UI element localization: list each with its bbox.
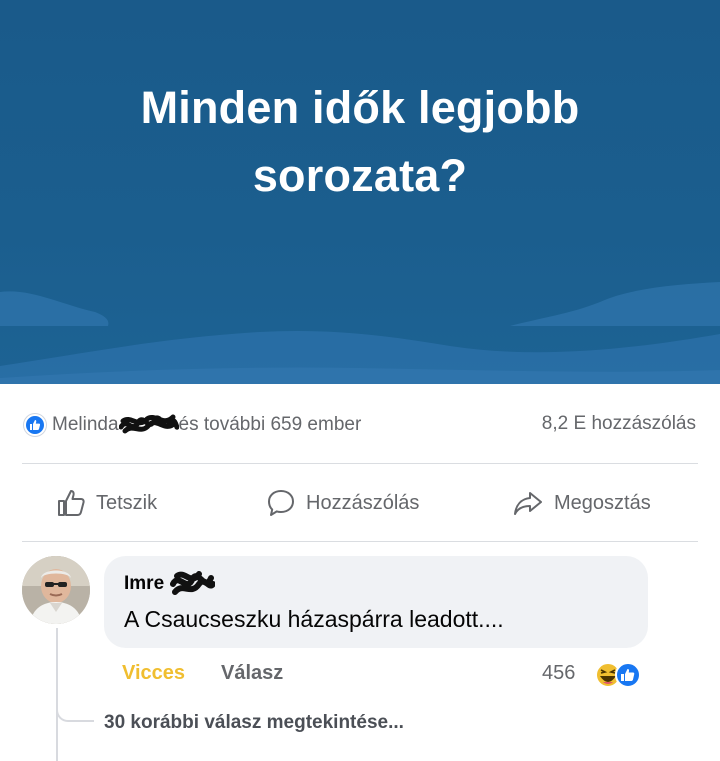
commenter-avatar[interactable] bbox=[22, 556, 90, 624]
comment-button-label: Hozzászólás bbox=[306, 491, 420, 514]
like-button[interactable]: Tetszik bbox=[56, 478, 157, 528]
reply-thread-branch bbox=[56, 706, 94, 722]
reactor-name[interactable]: Melinda bbox=[52, 414, 119, 435]
actions-divider bbox=[22, 541, 698, 542]
reply-thread-line bbox=[56, 628, 58, 761]
banner-title: Minden idők legjobb sorozata? bbox=[0, 74, 720, 210]
banner-title-line-1: Minden idők legjobb bbox=[140, 82, 580, 133]
thumbs-up-outline-icon bbox=[58, 490, 85, 516]
comment-text: A Csaucseszku házaspárra leadott.... bbox=[124, 606, 504, 632]
share-button[interactable]: Megosztás bbox=[512, 478, 651, 528]
share-arrow-icon bbox=[514, 492, 542, 515]
reply-button[interactable]: Válasz bbox=[221, 662, 283, 692]
comment-count[interactable]: 8,2 E hozzászólás bbox=[542, 413, 696, 435]
comment-author[interactable]: Imre bbox=[124, 570, 217, 598]
cloud-decoration bbox=[0, 282, 720, 384]
action-bar: Tetszik Hozzászólás Megosztás bbox=[0, 478, 720, 528]
comment-button[interactable]: Hozzászólás bbox=[266, 478, 419, 528]
like-button-label: Tetszik bbox=[96, 491, 158, 514]
post-banner: Minden idők legjobb sorozata? bbox=[0, 0, 720, 384]
redaction-scribble bbox=[170, 571, 217, 595]
comment-reaction-icons[interactable] bbox=[594, 660, 654, 690]
redaction-scribble bbox=[118, 414, 179, 434]
banner-title-line-2: sorozata? bbox=[252, 150, 468, 201]
haha-reaction-label[interactable]: Vicces bbox=[122, 662, 185, 692]
reactor-rest[interactable]: és további 659 ember bbox=[179, 414, 362, 435]
comment-bubble: Imre A Csaucseszku házaspárra leadott...… bbox=[104, 556, 648, 648]
avatar-photo bbox=[22, 556, 90, 624]
comment-actions: Vicces Válasz bbox=[122, 662, 283, 692]
comment-author-name[interactable]: Imre bbox=[124, 573, 164, 594]
thumbs-up-icon bbox=[30, 420, 41, 430]
speech-bubble-icon bbox=[268, 490, 294, 516]
like-reaction-icon[interactable] bbox=[24, 414, 46, 436]
share-button-label: Megosztás bbox=[554, 491, 651, 514]
view-more-replies-link[interactable]: 30 korábbi válasz megtekintése... bbox=[104, 712, 404, 734]
stats-divider bbox=[22, 463, 698, 464]
comment-reaction-count[interactable]: 456 bbox=[542, 662, 575, 685]
like-icon bbox=[615, 662, 641, 688]
reactors-summary[interactable]: Melinda és további 659 ember bbox=[52, 413, 361, 437]
